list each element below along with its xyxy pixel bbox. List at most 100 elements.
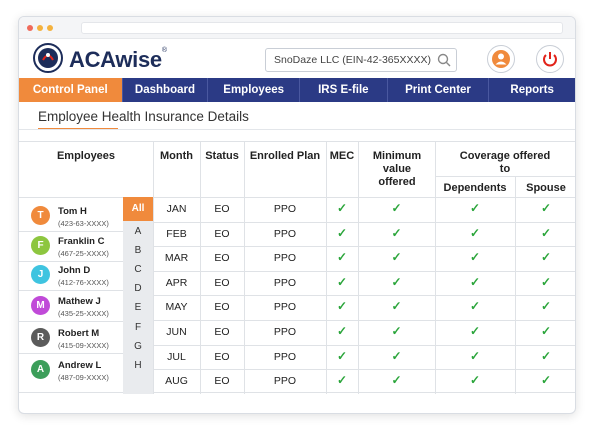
month-cell: JAN (166, 203, 187, 215)
company-selector[interactable]: SnoDaze LLC (EIN-42-365XXXX) (265, 48, 457, 72)
tab-employees[interactable]: Employees (208, 78, 300, 102)
logout-button[interactable] (536, 45, 564, 73)
employee-avatar: F (31, 236, 50, 255)
filter-letter-f[interactable]: F (123, 322, 153, 333)
plan-cell: PPO (273, 375, 297, 388)
employee-name: Andrew L (58, 360, 102, 371)
filter-letter-a[interactable]: A (123, 226, 153, 237)
plan-cell: PPO (273, 276, 297, 289)
spouse-check-icon: ✓ (540, 274, 552, 289)
status-cell: EO (214, 326, 230, 338)
plan-cell: PPO (273, 326, 297, 338)
address-bar[interactable] (81, 22, 563, 34)
mec-check-icon: ✓ (336, 250, 348, 265)
tab-irs-efile[interactable]: IRS E-file (300, 78, 388, 102)
dependents-check-icon: ✓ (469, 250, 481, 265)
min-value-check-icon: ✓ (391, 274, 402, 289)
min-value-check-icon: ✓ (391, 348, 402, 363)
dependents-check-icon: ✓ (469, 324, 481, 338)
employee-avatar: R (31, 328, 50, 347)
min-value-check-icon: ✓ (391, 201, 402, 215)
spouse-check-icon: ✓ (540, 324, 552, 338)
employee-item[interactable]: J John D (412-76-XXXX) (19, 260, 123, 291)
employee-name: Mathew J (58, 296, 101, 307)
plan-cell: PPO (273, 227, 297, 240)
dependents-check-icon: ✓ (469, 348, 481, 363)
employee-name: Tom H (58, 206, 87, 217)
minimize-dot-icon[interactable] (37, 25, 43, 31)
employee-item[interactable]: F Franklin C (467-25-XXXX) (19, 231, 123, 262)
spouse-check-icon: ✓ (540, 299, 552, 314)
employee-ssn: (435-25-XXXX) (58, 309, 109, 318)
brand-text: ACAwise (69, 47, 162, 72)
employee-avatar: T (31, 206, 50, 225)
header-status: Status (205, 150, 239, 162)
employee-item[interactable]: R Robert M (415-09-XXXX) (19, 323, 123, 354)
mec-check-icon: ✓ (336, 348, 348, 363)
employee-avatar: A (31, 360, 50, 379)
filter-letter-e[interactable]: E (123, 302, 153, 313)
user-profile-button[interactable] (487, 45, 515, 73)
month-cell: JUL (167, 350, 186, 363)
app-window: ACAwise® SnoDaze LLC (EIN-42-365XXXX) Co… (18, 16, 576, 414)
employee-name: Robert M (58, 328, 100, 339)
header-mec: MEC (329, 150, 355, 162)
filter-letter-c[interactable]: C (123, 264, 153, 275)
status-cell: EO (214, 301, 230, 314)
filter-letter-g[interactable]: G (123, 341, 153, 352)
employee-avatar: M (31, 296, 50, 315)
tab-reports[interactable]: Reports (489, 78, 575, 102)
status-cell: EO (214, 375, 230, 388)
employee-ssn: (412-76-XXXX) (58, 278, 109, 287)
plan-cell: PPO (273, 252, 297, 265)
header-enrolled-plan: Enrolled Plan (249, 150, 321, 162)
dependents-check-icon: ✓ (469, 225, 481, 240)
min-value-check-icon: ✓ (391, 299, 402, 314)
health-insurance-table: Employees Month Status Enrolled Plan MEC… (19, 141, 575, 394)
header-employees: Employees (56, 150, 116, 162)
employee-ssn: (467-25-XXXX) (58, 249, 109, 258)
employee-name: Franklin C (58, 236, 105, 247)
employee-item[interactable]: A Andrew L (487-09-XXXX) (19, 355, 123, 385)
dependents-check-icon: ✓ (469, 201, 481, 215)
tab-print-center[interactable]: Print Center (388, 78, 490, 102)
dependents-check-icon: ✓ (469, 274, 481, 289)
plan-cell: PPO (273, 301, 297, 314)
employee-ssn: (423-63-XXXX) (58, 219, 109, 228)
status-cell: EO (214, 252, 230, 265)
employee-item[interactable]: M Mathew J (435-25-XXXX) (19, 291, 123, 322)
page-title: Employee Health Insurance Details (38, 109, 249, 124)
spouse-check-icon: ✓ (540, 201, 552, 215)
tab-dashboard[interactable]: Dashboard (123, 78, 209, 102)
user-icon (492, 50, 510, 68)
mec-check-icon: ✓ (336, 274, 348, 289)
month-cell: MAY (165, 301, 188, 314)
close-dot-icon[interactable] (27, 25, 33, 31)
spouse-check-icon: ✓ (540, 225, 552, 240)
month-cell: AUG (165, 375, 188, 388)
filter-letter-d[interactable]: D (123, 283, 153, 294)
filter-letter-h[interactable]: H (123, 360, 153, 371)
employee-ssn: (415-09-XXXX) (58, 341, 109, 350)
employee-item[interactable]: T Tom H (423-63-XXXX) (19, 201, 123, 232)
plan-cell: PPO (273, 350, 297, 363)
power-icon (543, 52, 557, 67)
spouse-check-icon: ✓ (540, 373, 552, 388)
status-cell: EO (214, 227, 230, 240)
month-cell: APR (165, 276, 188, 289)
filter-all[interactable]: All (123, 197, 153, 221)
filter-letter-b[interactable]: B (123, 245, 153, 256)
maximize-dot-icon[interactable] (47, 25, 53, 31)
spouse-check-icon: ✓ (540, 250, 552, 265)
acawise-logo-icon (33, 43, 63, 73)
tab-control-panel[interactable]: Control Panel (19, 78, 123, 102)
employee-avatar: J (31, 265, 50, 284)
header-month: Month (160, 150, 193, 162)
status-cell: EO (214, 203, 230, 215)
status-cell: EO (214, 276, 230, 289)
dependents-check-icon: ✓ (469, 299, 481, 314)
min-value-check-icon: ✓ (391, 225, 402, 240)
plan-cell: PPO (273, 203, 297, 215)
employee-ssn: (487-09-XXXX) (58, 373, 109, 382)
search-icon[interactable] (436, 52, 452, 68)
